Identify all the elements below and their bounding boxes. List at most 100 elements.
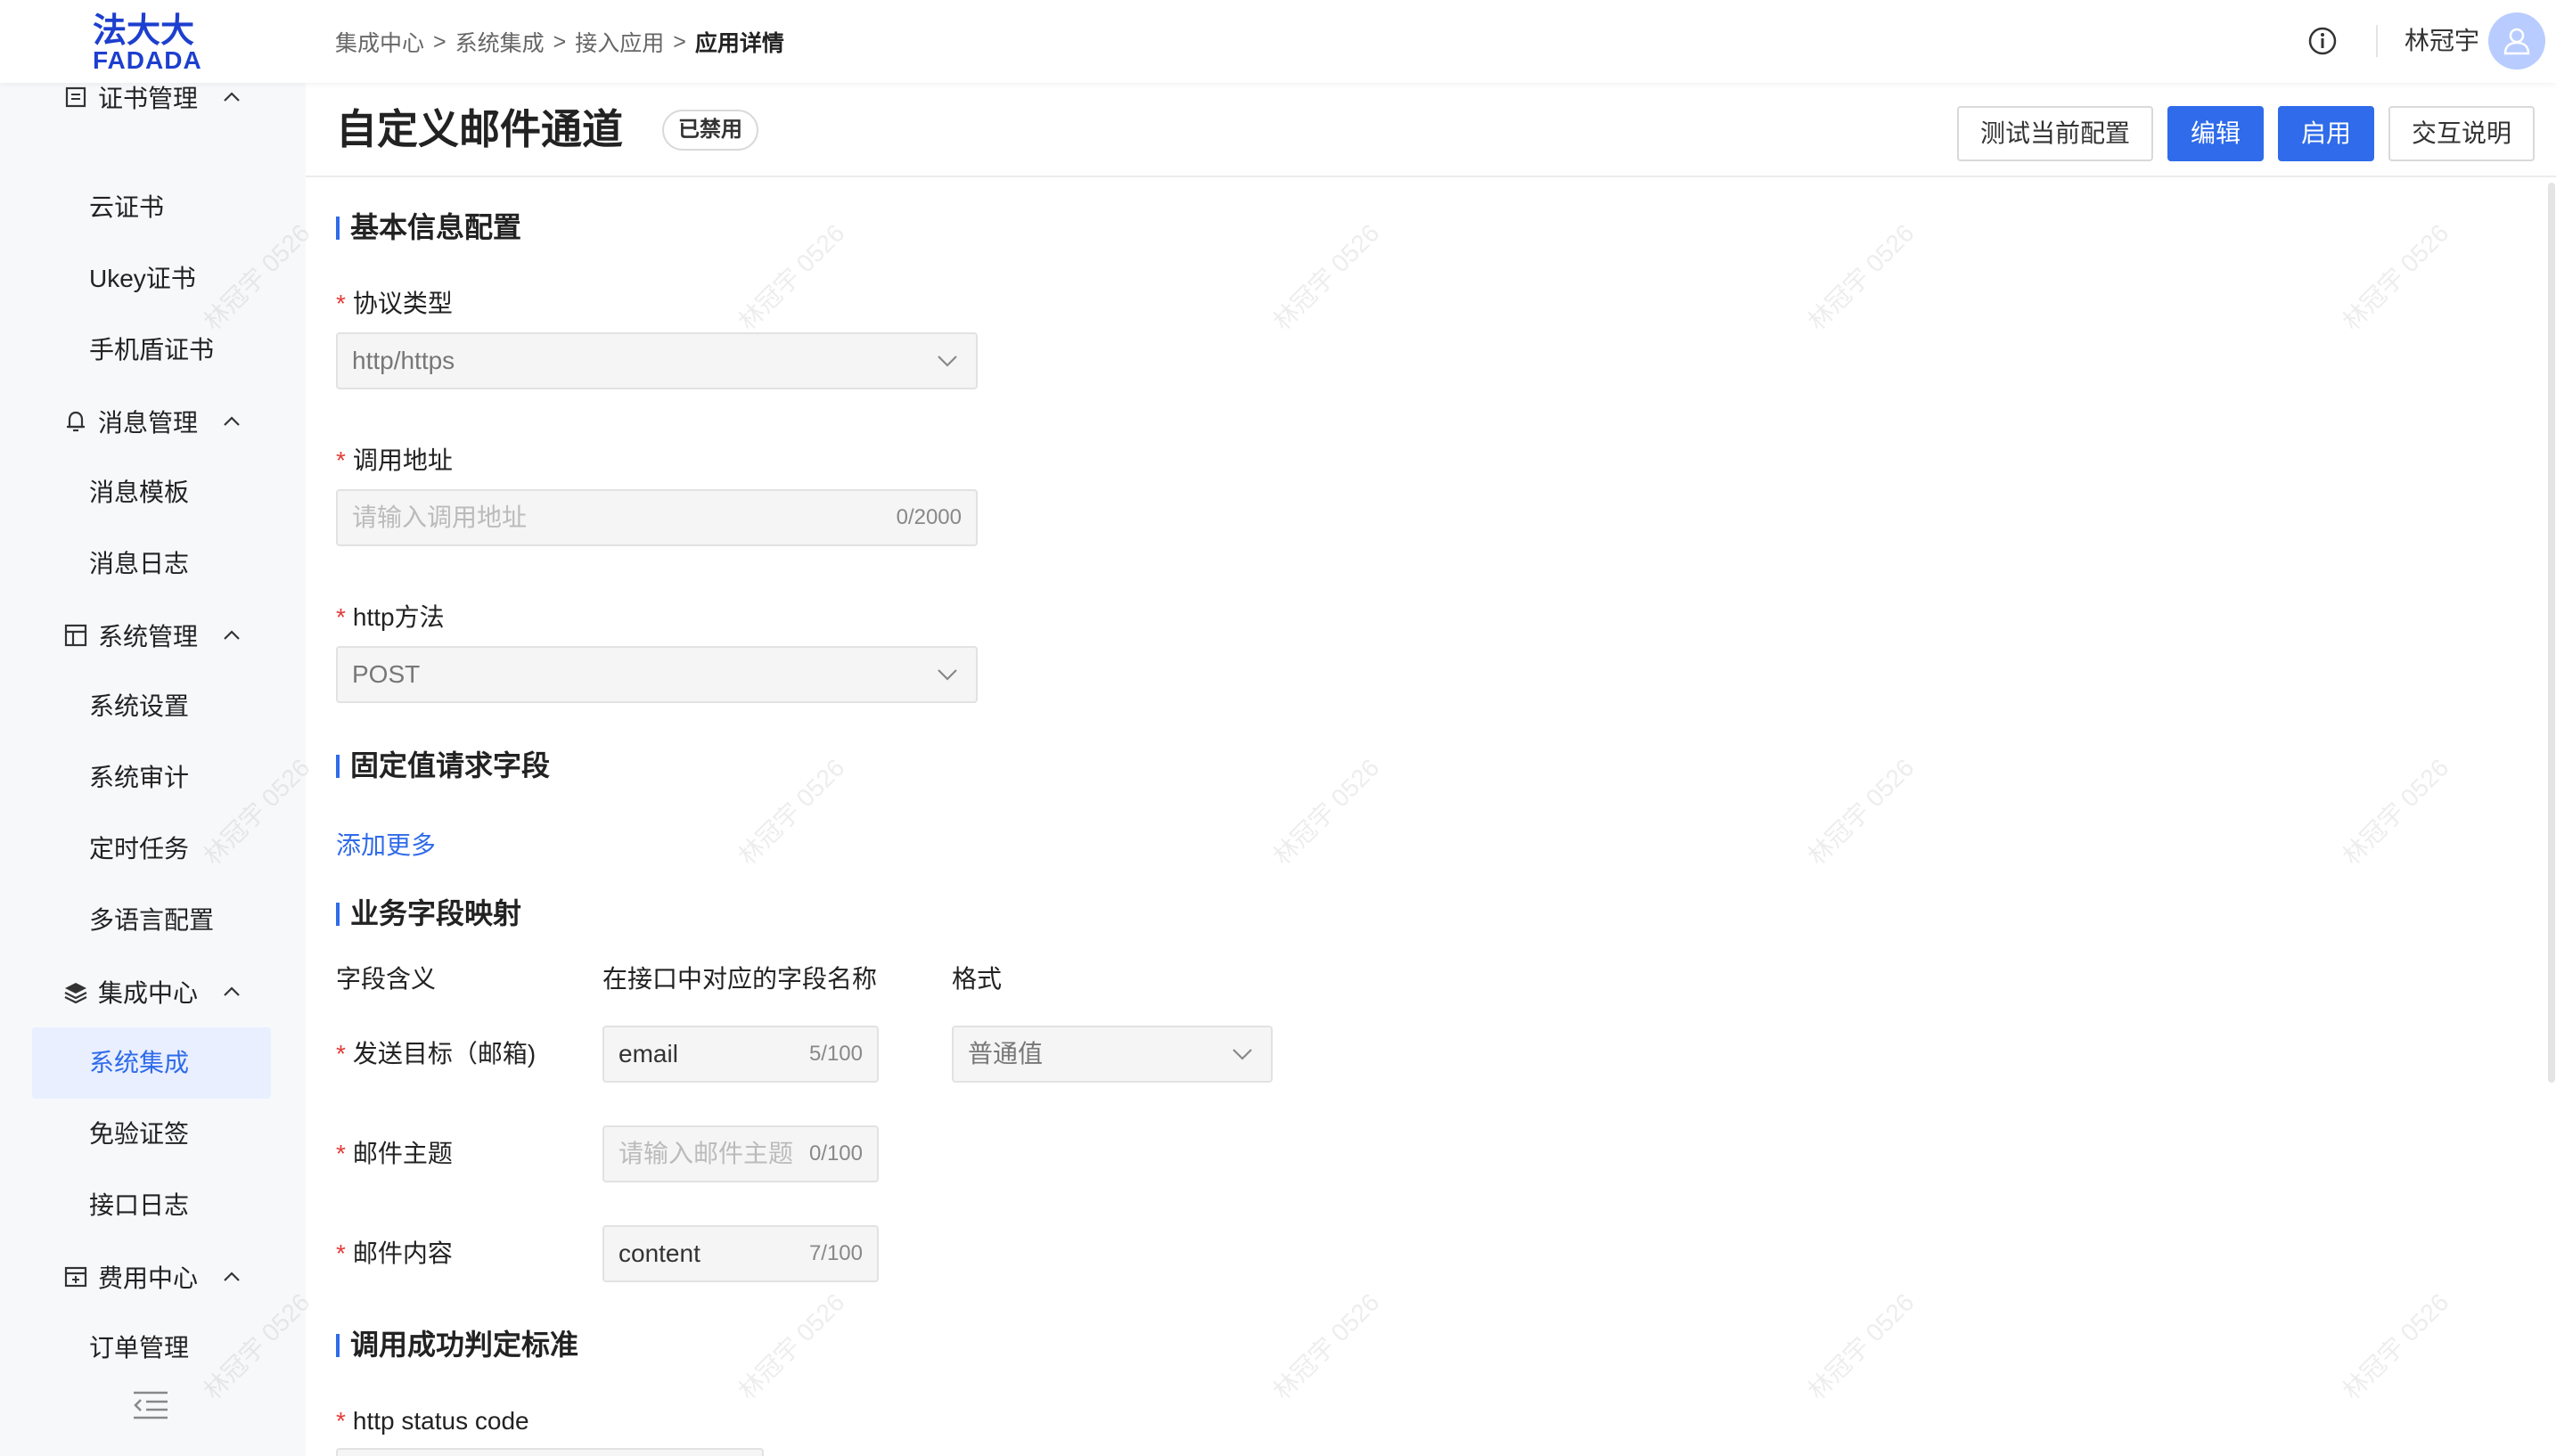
collapse-menu-icon[interactable] [132, 1389, 169, 1421]
url-label-text: 调用地址 [352, 446, 453, 474]
chevron-up-icon[interactable] [219, 409, 244, 434]
required-mark: * [336, 1239, 346, 1267]
breadcrumb: 集成中心 > 系统集成 > 接入应用 > 应用详情 [335, 27, 784, 57]
sidebar-item-i18n-config[interactable]: 多语言配置 [89, 903, 214, 938]
sidebar-group-label: 费用中心 [98, 1264, 199, 1292]
email-content-char-count: 7/100 [808, 1241, 863, 1265]
chevron-up-icon[interactable] [219, 1264, 244, 1289]
email-content-label-text: 邮件内容 [352, 1239, 453, 1267]
bell-icon [62, 408, 89, 435]
chevron-up-icon[interactable] [219, 623, 244, 648]
target-email-input[interactable]: email 5/100 [602, 1026, 879, 1083]
email-subject-label: * 邮件主题 [336, 1138, 453, 1170]
certificate-icon [62, 84, 89, 110]
sidebar-item-sign-without-verify[interactable]: 免验证签 [89, 1117, 189, 1152]
url-char-count: 0/2000 [896, 505, 962, 529]
page-title: 自定义邮件通道 [336, 106, 623, 152]
sidebar-group-system[interactable]: 系统管理 [62, 618, 240, 653]
sidebar-item-message-logs[interactable]: 消息日志 [89, 546, 189, 582]
email-subject-input[interactable]: 请输入邮件主题 0/100 [602, 1125, 879, 1182]
breadcrumb-system-integration[interactable]: 系统集成 [455, 26, 545, 58]
url-input[interactable]: 请输入调用地址 0/2000 [336, 489, 978, 546]
protocol-label: * 协议类型 [336, 288, 453, 320]
add-more-link[interactable]: 添加更多 [336, 830, 436, 862]
sidebar-group-label: 证书管理 [98, 85, 199, 112]
sidebar-group-billing[interactable]: 费用中心 [62, 1259, 240, 1295]
method-label-text: http方法 [352, 603, 445, 631]
email-content-input[interactable]: content 7/100 [602, 1225, 879, 1282]
url-placeholder: 请输入调用地址 [352, 503, 528, 531]
sidebar-group-integration[interactable]: 集成中心 [62, 974, 240, 1010]
column-field-name: 在接口中对应的字段名称 [602, 965, 878, 993]
required-mark: * [336, 446, 346, 474]
layout-icon [62, 622, 89, 649]
breadcrumb-separator: > [433, 29, 446, 54]
avatar[interactable] [2488, 12, 2545, 70]
edit-button[interactable]: 编辑 [2167, 106, 2264, 161]
sidebar-item-mobile-shield-cert[interactable]: 手机盾证书 [89, 332, 214, 368]
status-code-input[interactable] [336, 1448, 764, 1456]
layers-icon [62, 978, 89, 1005]
status-code-label: * http status code [336, 1405, 529, 1437]
sidebar-group-label: 系统管理 [98, 623, 199, 650]
sidebar-group-label: 消息管理 [98, 409, 199, 437]
email-subject-char-count: 0/100 [808, 1141, 863, 1166]
protocol-value: http/https [352, 347, 455, 374]
user-name[interactable]: 林冠宇 [2404, 25, 2479, 57]
required-mark: * [336, 603, 346, 631]
page-header: 自定义邮件通道 已禁用 测试当前配置 编辑 启用 交互说明 [306, 83, 2556, 177]
info-icon[interactable] [2306, 25, 2339, 57]
chevron-up-icon[interactable] [219, 85, 244, 110]
breadcrumb-connected-apps[interactable]: 接入应用 [575, 26, 664, 58]
section-success-criteria: 调用成功判定标准 [336, 1327, 578, 1362]
sidebar-item-message-templates[interactable]: 消息模板 [89, 475, 189, 511]
chevron-down-icon [1233, 1049, 1252, 1060]
test-config-button[interactable]: 测试当前配置 [1957, 106, 2153, 161]
protocol-label-text: 协议类型 [352, 290, 453, 317]
user-icon [2503, 28, 2530, 55]
target-email-label: * 发送目标（邮箱) [336, 1038, 536, 1070]
method-value: POST [352, 660, 421, 688]
vertical-scrollbar[interactable] [2548, 183, 2555, 1083]
method-label: * http方法 [336, 601, 445, 634]
email-subject-placeholder: 请输入邮件主题 [619, 1140, 794, 1167]
target-email-value: email [619, 1040, 678, 1067]
sidebar-item-ukey-cert[interactable]: Ukey证书 [89, 261, 196, 297]
method-select[interactable]: POST [336, 646, 978, 703]
sidebar-group-certificates[interactable]: 证书管理 [62, 83, 240, 115]
column-field-meaning: 字段含义 [336, 965, 437, 993]
logo-text-cn: 法大大 [93, 11, 195, 50]
fadada-logo[interactable]: 法大大 FADADA [93, 11, 209, 74]
chevron-down-icon [938, 669, 957, 681]
email-subject-label-text: 邮件主题 [352, 1140, 453, 1167]
required-mark: * [336, 290, 346, 317]
sidebar-item-system-integration[interactable]: 系统集成 [89, 1045, 189, 1081]
status-badge: 已禁用 [662, 110, 758, 151]
sidebar-item-scheduled-tasks[interactable]: 定时任务 [89, 831, 189, 867]
sidebar-item-system-audit[interactable]: 系统审计 [89, 760, 189, 796]
required-mark: * [336, 1040, 346, 1067]
section-field-mapping: 业务字段映射 [336, 896, 521, 931]
sidebar-item-orders[interactable]: 订单管理 [89, 1330, 189, 1366]
sidebar-item-api-logs[interactable]: 接口日志 [89, 1188, 189, 1223]
breadcrumb-app-detail: 应用详情 [694, 31, 784, 56]
sidebar-group-messages[interactable]: 消息管理 [62, 404, 240, 439]
sidebar-group-label: 集成中心 [98, 979, 199, 1007]
protocol-select[interactable]: http/https [336, 332, 978, 389]
sidebar-item-system-settings[interactable]: 系统设置 [89, 689, 189, 724]
target-email-char-count: 5/100 [808, 1042, 863, 1066]
logo-text-en: FADADA [93, 46, 202, 74]
chevron-up-icon[interactable] [219, 979, 244, 1004]
billing-icon [62, 1264, 89, 1290]
url-label: * 调用地址 [336, 445, 453, 477]
interaction-help-button[interactable]: 交互说明 [2388, 106, 2535, 161]
header-divider [2376, 25, 2378, 57]
breadcrumb-integration-center[interactable]: 集成中心 [335, 26, 424, 58]
sidebar-item-cloud-cert[interactable]: 云证书 [89, 190, 164, 225]
breadcrumb-separator: > [553, 29, 567, 54]
breadcrumb-separator: > [673, 29, 686, 54]
enable-button[interactable]: 启用 [2278, 106, 2374, 161]
format-select[interactable]: 普通值 [952, 1026, 1273, 1083]
target-email-label-text: 发送目标（邮箱) [352, 1040, 537, 1067]
email-content-value: content [619, 1239, 700, 1267]
